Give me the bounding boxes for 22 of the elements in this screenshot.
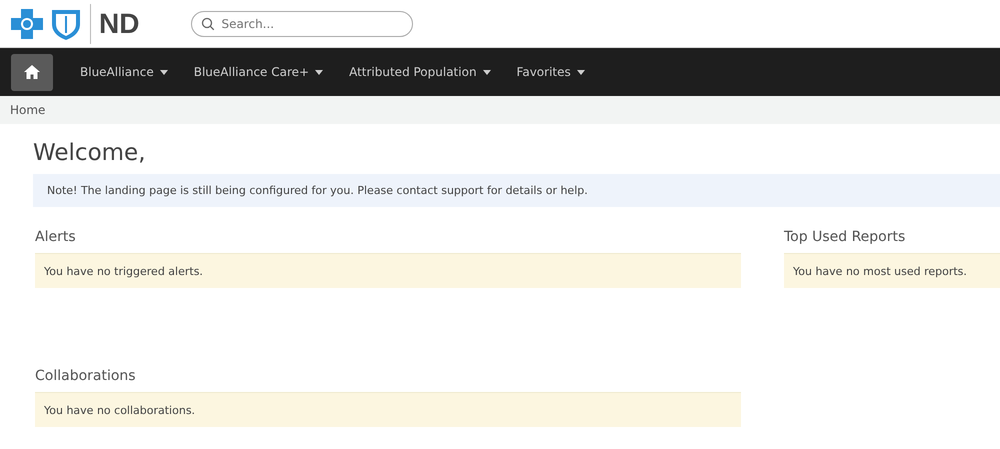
empty-message: You have no most used reports. [784, 253, 1000, 288]
panel-heading: Alerts [35, 229, 77, 245]
nav-menu-item[interactable]: BlueAlliance [69, 65, 179, 79]
nav-menu-item[interactable]: BlueAlliance Care+ [182, 65, 334, 79]
caret-icon [315, 70, 324, 74]
page-title: Welcome, [33, 140, 147, 166]
logo-text: ND [99, 8, 140, 40]
note-text: Note! The landing page is still being configured for you. Please contact support for details or help. [47, 184, 588, 197]
panel-heading: Top Used Reports [784, 229, 906, 245]
empty-message: You have no collaborations. [35, 392, 741, 427]
nav-menu-item[interactable]: Favorites [506, 65, 596, 79]
caret-icon [160, 70, 168, 74]
nav-menu-item[interactable]: Attributed Population [338, 65, 502, 79]
panel-heading: Collaborations [35, 368, 137, 384]
caret-icon [482, 70, 491, 74]
home-button[interactable] [11, 54, 53, 90]
caret-icon [576, 70, 585, 74]
search-icon [201, 16, 216, 30]
breadcrumb-link[interactable]: Home [10, 103, 46, 117]
search-field[interactable]: Search... [191, 10, 414, 36]
empty-message: You have no triggered alerts. [35, 253, 741, 288]
home-icon [23, 64, 41, 80]
